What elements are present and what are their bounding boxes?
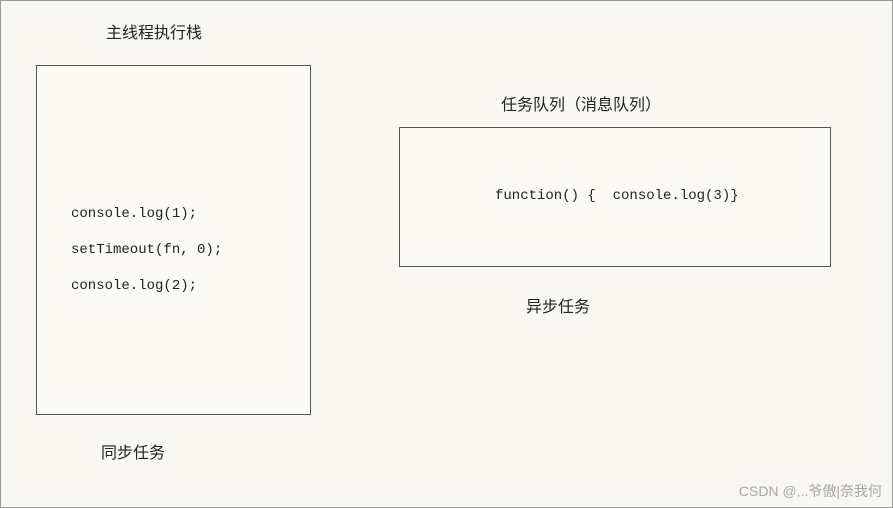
code-line-2: setTimeout(fn, 0); (71, 242, 222, 258)
execution-stack-box: console.log(1); setTimeout(fn, 0); conso… (36, 65, 311, 415)
async-task-label: 异步任务 (526, 293, 590, 317)
sync-task-label: 同步任务 (101, 439, 165, 463)
diagram-container: 主线程执行栈 console.log(1); setTimeout(fn, 0)… (0, 0, 893, 508)
task-queue-box: function() { console.log(3)} (399, 127, 831, 267)
queue-code-line: function() { console.log(3)} (495, 188, 739, 204)
code-line-1: console.log(1); (71, 206, 197, 222)
code-line-3: console.log(2); (71, 278, 197, 294)
watermark-text: CSDN @,..爷傲|奈我何 (739, 481, 882, 501)
task-queue-title: 任务队列（消息队列） (501, 91, 661, 115)
main-thread-title: 主线程执行栈 (106, 19, 202, 43)
